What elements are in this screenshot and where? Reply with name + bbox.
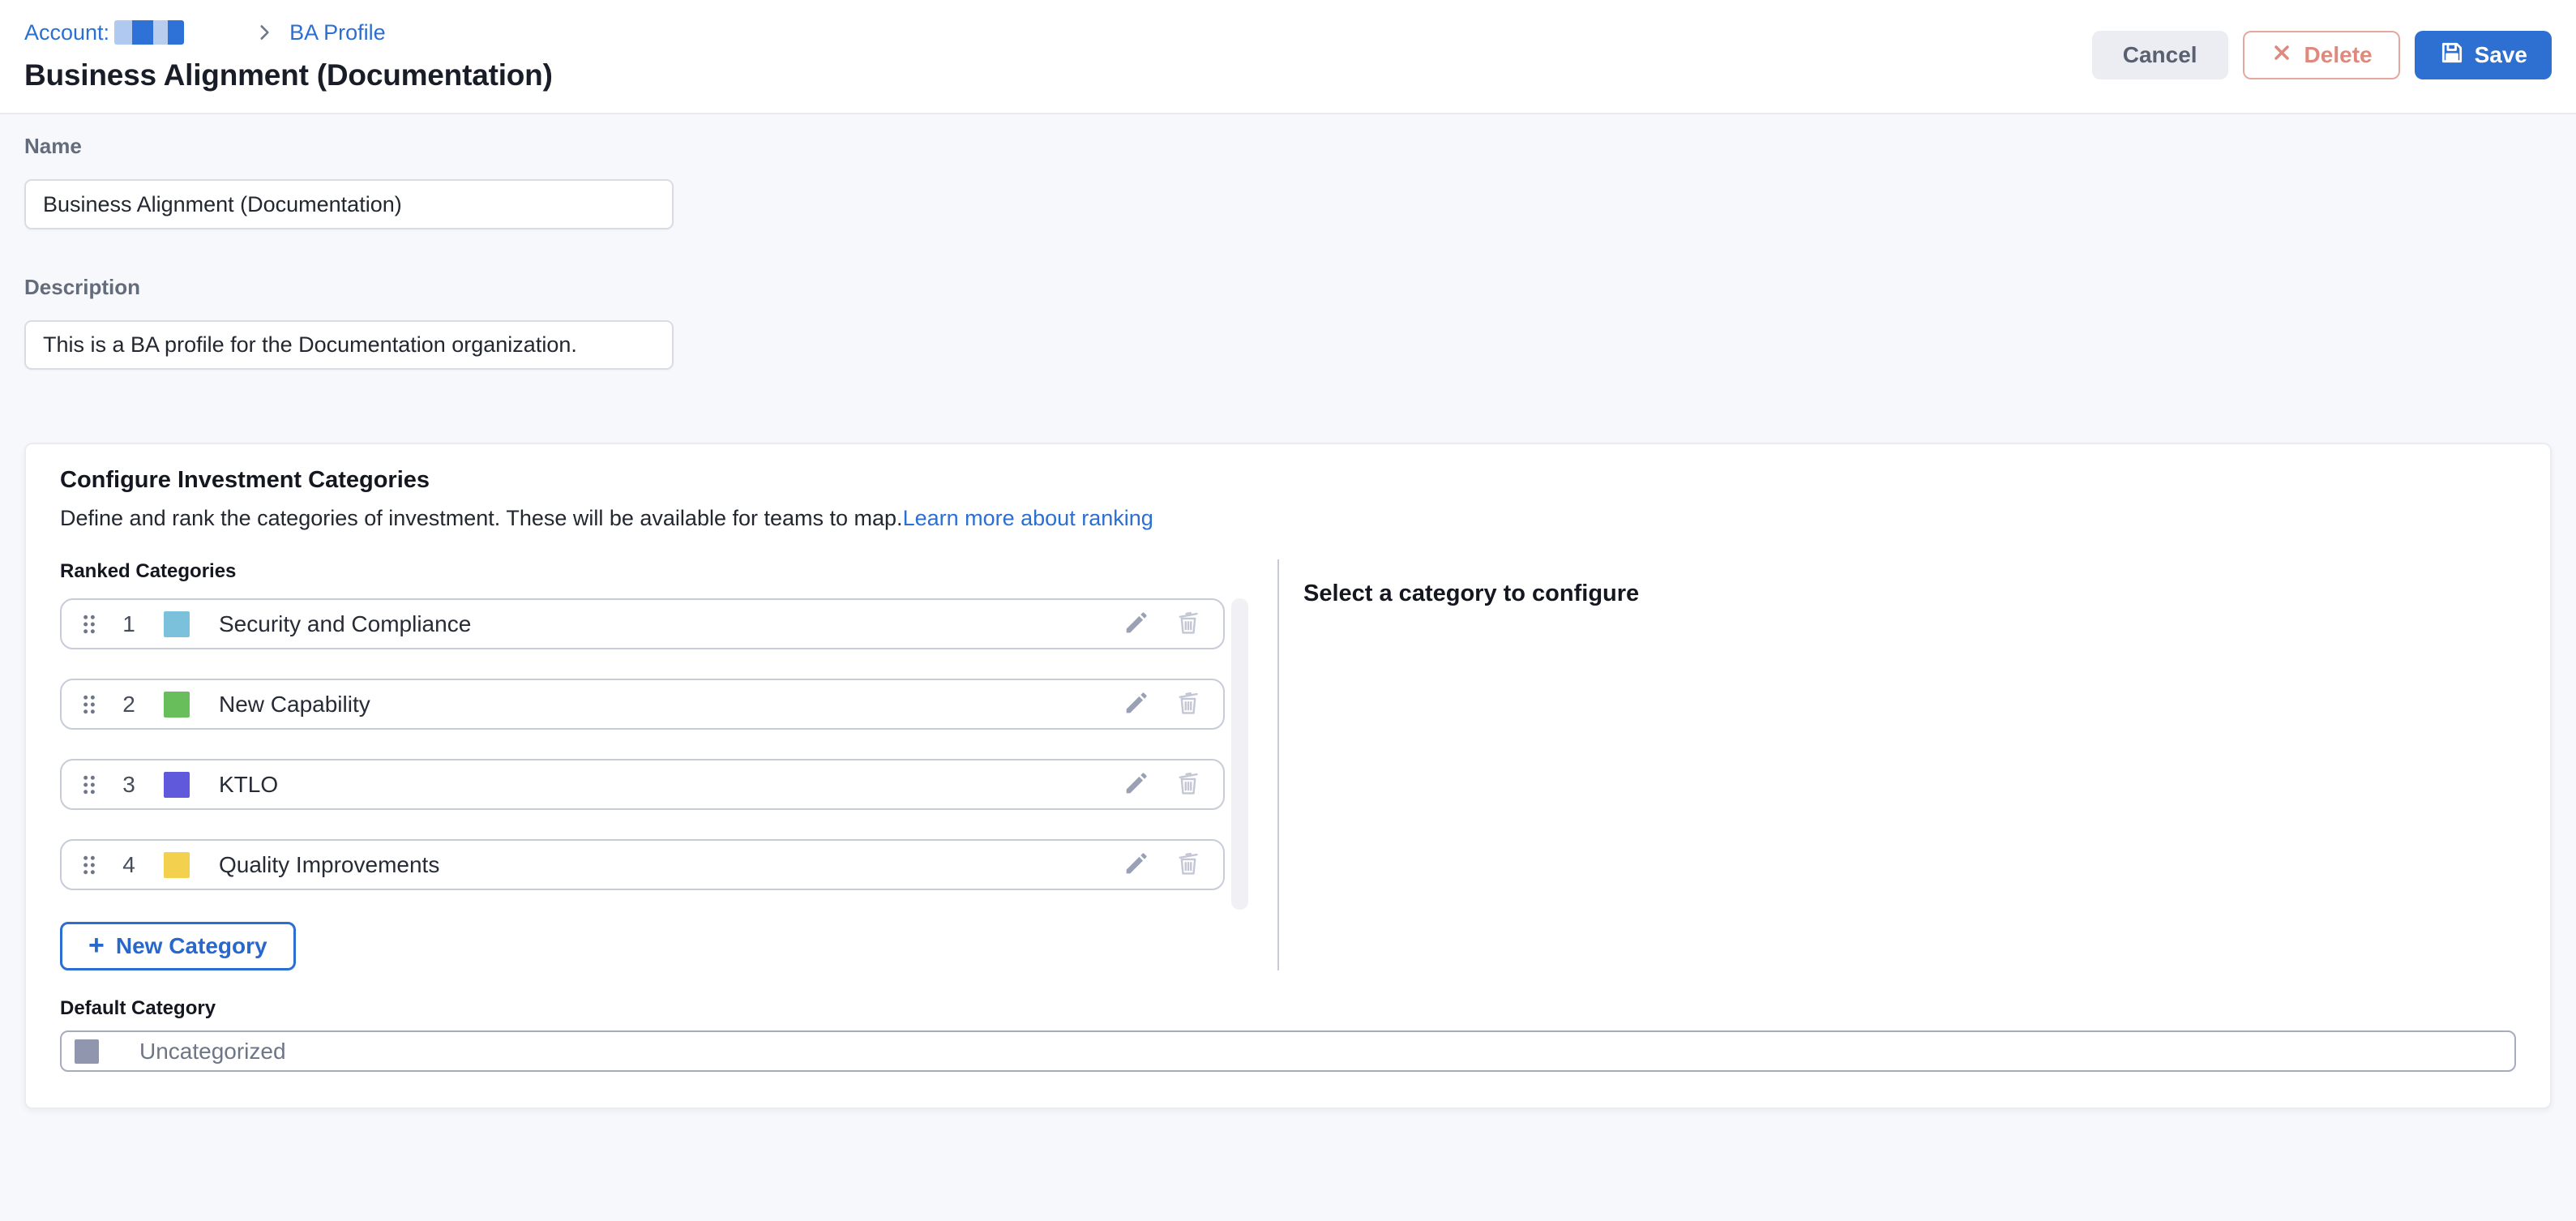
delete-category-button[interactable] [1175,850,1202,880]
edit-category-button[interactable] [1123,609,1150,639]
edit-category-button[interactable] [1123,689,1150,719]
pencil-icon [1123,769,1150,799]
new-category-button[interactable]: + New Category [60,922,296,970]
list-scrollbar[interactable] [1231,598,1248,910]
delete-button-label: Delete [2304,42,2373,68]
edit-category-button[interactable] [1123,850,1150,880]
category-row-actions [1123,689,1202,719]
investment-categories-card: Configure Investment Categories Define a… [24,443,2552,1109]
category-row[interactable]: 1 Security and Compliance [60,598,1225,649]
page-title: Business Alignment (Documentation) [24,58,553,92]
empty-panel-message: Select a category to configure [1303,581,2514,607]
floppy-disk-icon [2439,40,2465,71]
description-field-group: Description [24,275,2552,370]
category-name: Quality Improvements [219,852,1123,878]
edit-category-button[interactable] [1123,769,1150,799]
pencil-icon [1123,689,1150,719]
main-content: Name Description Configure Investment Ca… [0,114,2576,1221]
pencil-icon [1123,609,1150,639]
new-category-button-label: New Category [116,933,267,959]
category-rank: 3 [118,772,139,798]
breadcrumb-account-label: Account: [24,20,109,45]
learn-more-link[interactable]: Learn more about ranking [903,506,1153,530]
page: Account: BA Profile Business Alignment (… [0,0,2576,1221]
card-subtitle: Define and rank the categories of invest… [60,504,2514,532]
name-label: Name [24,134,2552,158]
trash-icon [1175,609,1202,639]
category-rank: 4 [118,852,139,878]
category-row[interactable]: 2 New Capability [60,679,1225,730]
category-row[interactable]: 4 Quality Improvements [60,839,1225,890]
delete-category-button[interactable] [1175,769,1202,799]
category-row-actions [1123,609,1202,639]
default-category-swatch [75,1039,99,1064]
header-actions: Cancel Delete Save [2092,31,2552,79]
trash-icon [1175,689,1202,719]
category-row-actions [1123,769,1202,799]
chevron-right-icon [254,22,275,43]
page-header: Account: BA Profile Business Alignment (… [0,0,2576,114]
plus-icon: + [88,933,105,958]
category-row-actions [1123,850,1202,880]
drag-handle-dots-icon[interactable] [79,852,99,878]
ranked-categories-list: 1 Security and Compliance [60,598,1248,890]
category-name: Security and Compliance [219,611,1123,637]
category-config-panel: Select a category to configure [1277,559,2514,970]
categories-columns: Ranked Categories 1 Security and Complia… [60,559,2514,970]
category-rank: 2 [118,692,139,718]
name-input[interactable] [24,179,674,229]
ranked-categories-label: Ranked Categories [60,559,1277,584]
ranked-categories-list-wrap: 1 Security and Compliance [60,598,1248,890]
trash-icon [1175,769,1202,799]
category-name: New Capability [219,692,1123,718]
category-color-swatch [164,772,190,798]
default-category-row[interactable]: Uncategorized [60,1030,2516,1072]
delete-button[interactable]: Delete [2243,31,2400,79]
delete-category-button[interactable] [1175,689,1202,719]
category-color-swatch [164,852,190,878]
description-input[interactable] [24,320,674,370]
drag-handle-dots-icon[interactable] [79,692,99,718]
ranked-categories-column: Ranked Categories 1 Security and Complia… [60,559,1277,970]
description-label: Description [24,275,2552,299]
category-color-swatch [164,692,190,718]
redacted-account-name [114,20,184,45]
x-icon [2270,41,2293,70]
card-subtitle-text: Define and rank the categories of invest… [60,506,903,530]
breadcrumb-account-link[interactable]: Account: [24,20,184,45]
category-row[interactable]: 3 KTLO [60,759,1225,810]
card-title: Configure Investment Categories [60,465,2514,495]
delete-category-button[interactable] [1175,609,1202,639]
save-button[interactable]: Save [2415,31,2552,79]
name-field-group: Name [24,134,2552,229]
breadcrumb-ba-profile-link[interactable]: BA Profile [289,20,386,45]
drag-handle-dots-icon[interactable] [79,611,99,637]
category-rank: 1 [118,611,139,637]
category-color-swatch [164,611,190,637]
default-category-label: Default Category [60,996,2514,1021]
pencil-icon [1123,850,1150,880]
save-button-label: Save [2475,42,2527,68]
breadcrumb: Account: BA Profile [24,16,553,49]
cancel-button[interactable]: Cancel [2092,31,2228,79]
default-category-name: Uncategorized [139,1039,286,1065]
trash-icon [1175,850,1202,880]
drag-handle-dots-icon[interactable] [79,772,99,798]
header-left: Account: BA Profile Business Alignment (… [24,16,553,92]
category-name: KTLO [219,772,1123,798]
